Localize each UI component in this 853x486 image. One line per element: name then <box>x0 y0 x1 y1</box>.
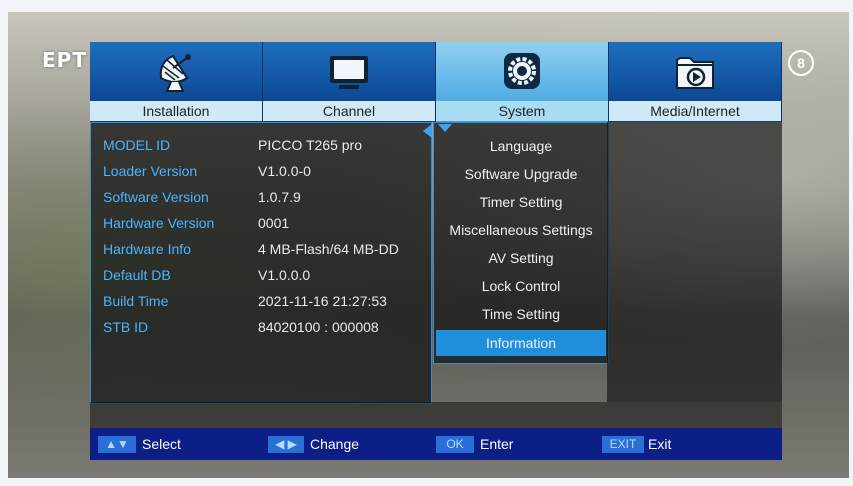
help-label-enter: Enter <box>480 436 514 452</box>
menu-item-software-upgrade[interactable]: Software Upgrade <box>436 161 606 187</box>
tab-label: Media/Internet <box>609 101 781 121</box>
info-value: 1.0.7.9 <box>258 189 301 205</box>
menu-item-language[interactable]: Language <box>436 133 606 159</box>
tab-label: System <box>436 101 608 121</box>
up-down-key-icon: ▲▼ <box>98 436 136 453</box>
menu-item-information[interactable]: Information <box>436 330 606 356</box>
menu-item-timer-setting[interactable]: Timer Setting <box>436 189 606 215</box>
info-key: Software Version <box>103 189 209 205</box>
help-bar: ▲▼ Select ◀ ▶ Change OK Enter EXIT Exit <box>90 428 782 460</box>
help-label-exit: Exit <box>648 436 672 452</box>
spacer-band <box>90 402 782 428</box>
tab-installation[interactable]: Installation <box>90 42 263 122</box>
info-key: Loader Version <box>103 163 198 179</box>
menu-item-av-setting[interactable]: AV Setting <box>436 245 606 271</box>
help-label-select: Select <box>142 436 181 452</box>
focus-left-arrow-icon <box>423 124 432 138</box>
tab-label: Channel <box>263 101 435 121</box>
info-value: V1.0.0.0 <box>258 267 311 283</box>
info-key: MODEL ID <box>103 137 171 153</box>
gear-icon <box>499 48 545 99</box>
exit-key-icon: EXIT <box>602 436 644 453</box>
info-key: Build Time <box>103 293 169 309</box>
info-key: Hardware Info <box>103 241 191 257</box>
media-folder-play-icon <box>672 48 718 99</box>
tv-monitor-icon <box>326 48 372 99</box>
info-key: STB ID <box>103 319 149 335</box>
information-panel: MODEL ID PICCO T265 pro Loader Version V… <box>90 122 432 404</box>
menu-item-miscellaneous-settings[interactable]: Miscellaneous Settings <box>436 217 606 243</box>
info-value: 4 MB-Flash/64 MB-DD <box>258 241 399 257</box>
menu-item-time-setting[interactable]: Time Setting <box>436 301 606 327</box>
menu-item-lock-control[interactable]: Lock Control <box>436 273 606 299</box>
system-menu: Language Software Upgrade Timer Setting … <box>433 122 609 364</box>
info-key: Default DB <box>103 267 171 283</box>
focus-down-arrow-icon <box>438 124 452 132</box>
tab-media-internet[interactable]: Media/Internet <box>609 42 782 122</box>
info-key: Hardware Version <box>103 215 215 231</box>
help-label-change: Change <box>310 436 360 452</box>
empty-panel <box>607 122 782 402</box>
info-value: 0001 <box>258 215 290 231</box>
info-value: 84020100 : 000008 <box>258 319 379 335</box>
left-right-key-icon: ◀ ▶ <box>268 436 304 453</box>
ok-key-icon: OK <box>436 436 474 453</box>
menu-tabbar: Installation Channel System Media/Intern… <box>90 42 782 122</box>
corner-badge: 8 <box>788 50 814 76</box>
channel-logo-text: EPT <box>42 48 87 72</box>
info-value: 2021-11-16 21:27:53 <box>258 293 387 309</box>
satellite-dish-icon <box>153 48 199 99</box>
info-value: V1.0.0-0 <box>258 163 311 179</box>
tab-label: Installation <box>90 101 262 121</box>
tab-channel[interactable]: Channel <box>263 42 436 122</box>
tab-system[interactable]: System <box>436 42 609 122</box>
info-value: PICCO T265 pro <box>258 137 363 153</box>
